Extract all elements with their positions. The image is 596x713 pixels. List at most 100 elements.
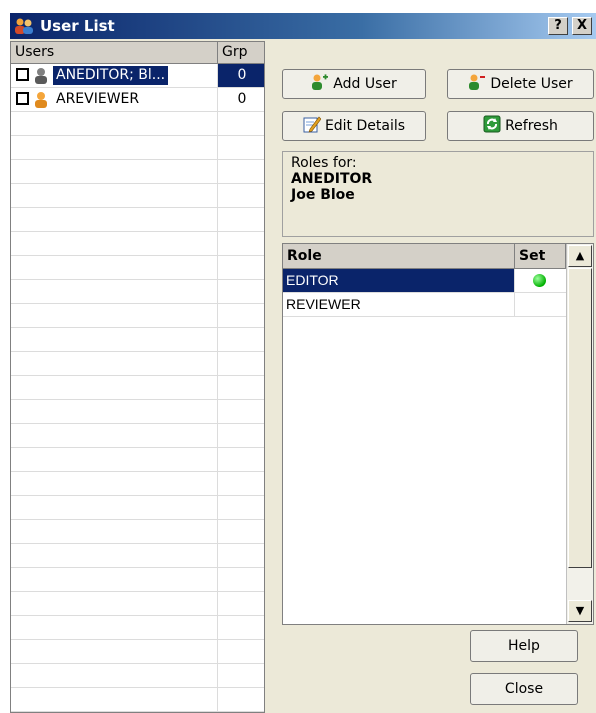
table-row-empty [11,664,264,688]
empty-cell [11,184,218,207]
column-header-users[interactable]: Users [11,42,218,63]
table-row-empty [11,136,264,160]
empty-cell [11,232,218,255]
empty-cell [11,400,218,423]
user-cell: AREVIEWER [11,88,218,111]
add-user-label: Add User [333,76,397,92]
table-row-empty [11,280,264,304]
table-row-empty [11,640,264,664]
table-row-empty [11,496,264,520]
user-list-window: User List ? X Users Grp ANEDITOR; Bl... … [10,13,596,713]
table-row[interactable]: EDITOR [283,269,566,293]
user-icon [35,68,47,84]
empty-cell [11,256,218,279]
table-row[interactable]: ANEDITOR; Bl... 0 [11,64,264,88]
table-row[interactable]: AREVIEWER 0 [11,88,264,112]
refresh-button[interactable]: Refresh [447,111,594,141]
table-row-empty [11,616,264,640]
role-set-cell[interactable] [515,269,566,292]
add-user-icon [312,74,329,90]
roles-user-name: Joe Bloe [291,187,355,203]
empty-cell [11,640,218,663]
empty-cell [11,688,218,711]
empty-cell [11,472,218,495]
user-checkbox[interactable] [16,68,29,81]
empty-cell [11,136,218,159]
empty-cell [11,208,218,231]
empty-cell [11,544,218,567]
table-row-empty [11,256,264,280]
empty-cell [11,496,218,519]
user-grp: 0 [218,64,264,87]
refresh-icon [483,115,501,133]
empty-cell [11,376,218,399]
role-set-indicator-icon [533,274,546,287]
table-row-empty [11,376,264,400]
table-row-empty [11,424,264,448]
edit-details-label: Edit Details [324,118,406,134]
table-row-empty [11,592,264,616]
table-row-empty [11,232,264,256]
table-row-empty [11,184,264,208]
table-row-empty [11,472,264,496]
table-row-empty [11,544,264,568]
users-table-header: Users Grp [11,42,264,64]
add-user-button[interactable]: Add User [282,69,426,99]
empty-cell [11,160,218,183]
empty-cell [11,568,218,591]
title-bar[interactable]: User List ? X [10,13,596,39]
roles-scrollbar[interactable]: ▲ ▼ [566,244,593,624]
roles-for-label: Roles for: [291,155,357,171]
user-icon [35,92,47,108]
delete-user-label: Delete User [490,76,573,92]
roles-info-panel: Roles for: ANEDITOR Joe Bloe [282,151,594,237]
scroll-up-icon[interactable]: ▲ [568,245,592,267]
empty-cell [11,664,218,687]
help-button[interactable]: Help [470,630,578,662]
user-grp: 0 [237,91,247,107]
table-row[interactable]: REVIEWER [283,293,566,317]
table-row-empty [11,208,264,232]
empty-cell [11,328,218,351]
help-title-button[interactable]: ? [548,17,568,35]
empty-cell [11,616,218,639]
users-table-body: ANEDITOR; Bl... 0 AREVIEWER 0 [11,64,264,712]
role-name: REVIEWER [283,293,515,316]
delete-user-button[interactable]: Delete User [447,69,594,99]
table-row-empty [11,688,264,712]
edit-details-button[interactable]: Edit Details [282,111,426,141]
delete-user-icon [469,74,486,90]
table-row-empty [11,112,264,136]
empty-cell [11,592,218,615]
user-checkbox[interactable] [16,92,29,105]
user-name: AREVIEWER [56,91,140,107]
column-header-set[interactable]: Set [515,244,566,268]
close-button[interactable]: Close [470,673,578,705]
scroll-thumb[interactable] [568,268,592,568]
role-name: EDITOR [283,269,515,292]
user-name: ANEDITOR; Bl... [51,65,170,86]
empty-cell [11,112,218,135]
column-header-role[interactable]: Role [283,244,515,268]
empty-cell [11,520,218,543]
users-icon [15,18,33,34]
empty-cell [11,304,218,327]
table-row-empty [11,400,264,424]
table-row-empty [11,568,264,592]
table-row-empty [11,160,264,184]
user-cell: ANEDITOR; Bl... [11,64,218,87]
refresh-label: Refresh [505,118,558,134]
column-header-grp[interactable]: Grp [218,42,264,63]
users-table[interactable]: Users Grp ANEDITOR; Bl... 0 AREVIEWER 0 [10,41,265,713]
empty-cell [11,280,218,303]
scroll-down-icon[interactable]: ▼ [568,600,592,622]
roles-table[interactable]: Role Set EDITOR REVIEWER ▲ ▼ [282,243,594,625]
empty-cell [11,424,218,447]
table-row-empty [11,328,264,352]
table-row-empty [11,352,264,376]
table-row-empty [11,304,264,328]
roles-user-id: ANEDITOR [291,171,373,187]
empty-cell [11,352,218,375]
close-title-button[interactable]: X [572,17,592,35]
role-set-cell[interactable] [515,293,566,316]
